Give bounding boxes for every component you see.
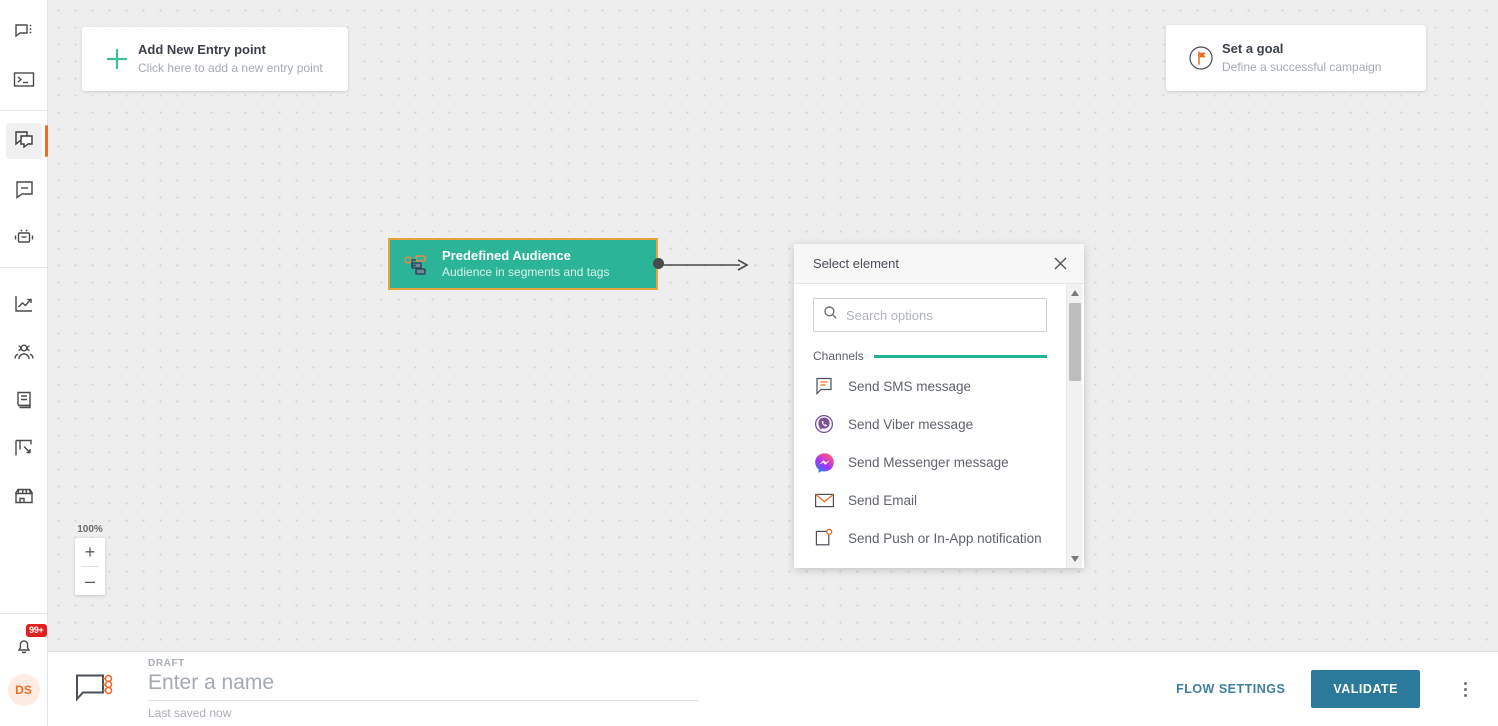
notifications-button[interactable]: 99+ — [6, 624, 47, 664]
flows-icon — [13, 130, 35, 152]
search-box[interactable] — [813, 298, 1047, 332]
set-goal-card[interactable]: Set a goal Define a successful campaign — [1166, 25, 1426, 91]
option-label: Send Email — [848, 492, 918, 508]
flow-settings-button[interactable]: FLOW SETTINGS — [1176, 682, 1285, 696]
flow-node-title: Predefined Audience — [442, 248, 571, 263]
panel-title: Select element — [813, 256, 899, 271]
section-header-channels: Channels — [794, 332, 1066, 367]
option-send-messenger-message[interactable]: Send Messenger message — [794, 443, 1066, 481]
kebab-dot — [1463, 687, 1467, 691]
email-icon — [813, 492, 835, 509]
last-saved-label: Last saved now — [148, 706, 232, 720]
status-badge: DRAFT — [148, 658, 185, 669]
flow-name-block: DRAFT Last saved now — [148, 658, 698, 720]
option-send-sms-message[interactable]: Send SMS message — [794, 367, 1066, 405]
sidebar-group-3 — [0, 280, 47, 520]
option-send-push-or-in-app-notification[interactable]: Send Push or In-App notification — [794, 519, 1066, 557]
set-goal-text: Set a goal Define a successful campaign — [1222, 40, 1381, 76]
search-input[interactable] — [846, 307, 1037, 323]
bell-icon — [14, 636, 34, 656]
sidebar-item-templates[interactable] — [6, 171, 42, 207]
option-label: Send Viber message — [848, 416, 974, 432]
avatar[interactable]: DS — [7, 674, 40, 706]
select-element-panel: Select element Search options Channels S… — [794, 244, 1084, 568]
analytics-icon — [13, 294, 34, 314]
flow-icon — [74, 672, 122, 706]
audience-icon — [13, 342, 35, 362]
content-icon — [14, 390, 34, 410]
set-goal-title: Set a goal — [1222, 41, 1284, 56]
sidebar-item-analytics[interactable] — [6, 286, 42, 322]
sms-icon — [813, 376, 835, 396]
scroll-up-icon[interactable] — [1067, 285, 1083, 301]
left-sidebar: 99+ DS — [0, 0, 48, 726]
option-send-email[interactable]: Send Email — [794, 481, 1066, 519]
flow-node-predefined-audience[interactable]: Predefined Audience Audience in segments… — [388, 238, 658, 290]
option-send-viber-message[interactable]: Send Viber message — [794, 405, 1066, 443]
close-icon[interactable] — [1050, 254, 1070, 274]
search-wrapper — [794, 284, 1066, 332]
sidebar-item-audience[interactable] — [6, 334, 42, 370]
section-title: Channels — [813, 349, 864, 363]
sidebar-item-store[interactable] — [6, 478, 42, 514]
zoom-out-button[interactable]: – — [75, 567, 105, 595]
notification-badge: 99+ — [26, 624, 47, 637]
sidebar-item-terminal[interactable] — [6, 62, 42, 98]
panel-header: Select element — [794, 244, 1084, 284]
add-entry-point-title: Add New Entry point — [138, 42, 266, 57]
zoom-buttons: + – — [75, 538, 105, 595]
push-icon — [813, 528, 835, 548]
kebab-dot — [1463, 693, 1467, 697]
kebab-dot — [1463, 681, 1467, 685]
validate-button[interactable]: VALIDATE — [1311, 670, 1420, 708]
templates-icon — [13, 179, 35, 199]
sidebar-divider-1 — [0, 110, 47, 111]
store-icon — [13, 486, 35, 506]
add-entry-point-subtitle: Click here to add a new entry point — [138, 61, 323, 75]
plus-icon — [96, 46, 138, 72]
add-entry-point-text: Add New Entry point Click here to add a … — [138, 41, 323, 77]
zoom-level-label: 100% — [77, 524, 103, 535]
set-goal-subtitle: Define a successful campaign — [1222, 60, 1382, 74]
app-root: 99+ DS Add New Entry point Click here to… — [0, 0, 1498, 726]
option-label: Send Messenger message — [848, 454, 1009, 470]
option-label: Send Push or In-App notification — [848, 530, 1042, 546]
panel-option-list: Channels Send SMS message — [794, 284, 1066, 568]
kebab-menu-icon[interactable] — [1450, 674, 1480, 704]
flag-circle-icon — [1180, 43, 1222, 73]
option-label: Send SMS message — [848, 378, 972, 394]
flow-node-subtitle: Audience in segments and tags — [442, 265, 610, 279]
sidebar-item-bot[interactable] — [6, 219, 42, 255]
zoom-in-button[interactable]: + — [75, 538, 105, 566]
bot-icon — [13, 227, 35, 247]
sidebar-divider-2 — [0, 267, 47, 268]
flow-node-text: Predefined Audience Audience in segments… — [442, 247, 609, 281]
terminal-icon — [13, 71, 35, 89]
sidebar-item-chat-menu[interactable] — [6, 14, 42, 50]
zoom-controls: 100% + – — [75, 524, 105, 595]
sidebar-item-content[interactable] — [6, 382, 42, 418]
section-rule — [873, 354, 1047, 358]
panel-scrollbar[interactable] — [1066, 284, 1082, 568]
panel-body: Channels Send SMS message — [794, 284, 1084, 568]
scrollbar-thumb[interactable] — [1069, 303, 1081, 381]
sidebar-item-flows[interactable] — [5, 123, 48, 159]
add-entry-point-card[interactable]: Add New Entry point Click here to add a … — [82, 27, 348, 91]
pages-icon — [13, 438, 34, 458]
search-icon — [823, 305, 838, 325]
sidebar-divider-3 — [0, 613, 47, 614]
sidebar-item-pages[interactable] — [6, 430, 42, 466]
viber-icon — [813, 414, 835, 434]
chat-menu-icon — [14, 22, 34, 42]
sidebar-group-2 — [0, 117, 48, 261]
node-connector-arrow — [661, 259, 749, 271]
flow-canvas[interactable]: Add New Entry point Click here to add a … — [48, 0, 1498, 651]
flow-name-input[interactable] — [148, 669, 698, 701]
audience-segments-icon — [390, 252, 442, 276]
bottom-bar: DRAFT Last saved now FLOW SETTINGS VALID… — [48, 651, 1498, 726]
scroll-down-icon[interactable] — [1067, 551, 1083, 567]
messenger-icon — [813, 452, 835, 473]
sidebar-group-1 — [0, 8, 47, 104]
